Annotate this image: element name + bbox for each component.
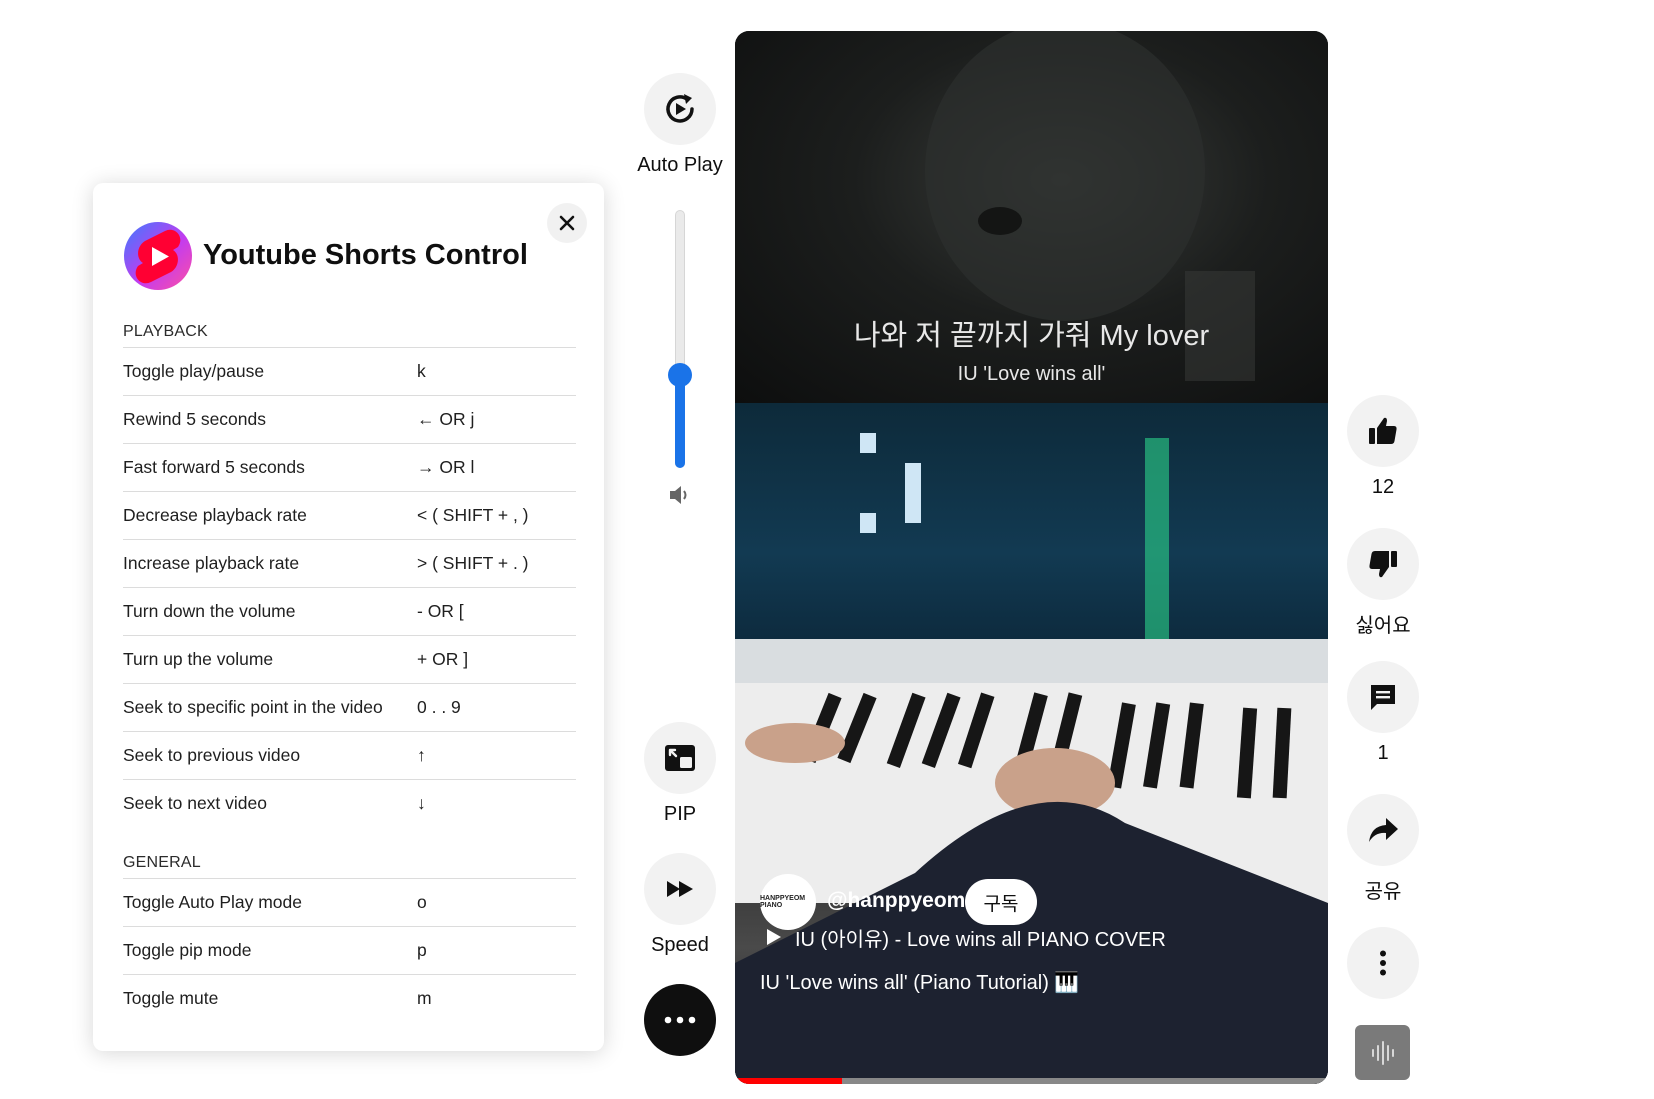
shortcut-key: k xyxy=(417,361,426,381)
comment-icon xyxy=(1371,685,1395,710)
shortcut-description: Increase playback rate xyxy=(123,553,300,573)
autoplay-label: Auto Play xyxy=(637,154,723,176)
like-button[interactable] xyxy=(1347,395,1419,467)
shortcut-row: Toggle Auto Play mode o xyxy=(123,878,576,926)
shortcut-description: Seek to next video xyxy=(123,793,267,813)
thumbs-up-icon xyxy=(1369,417,1397,444)
volume-icon[interactable] xyxy=(668,484,694,506)
more-controls-button[interactable] xyxy=(644,984,716,1056)
lyric-subtitle: IU 'Love wins all' xyxy=(957,363,1106,385)
shortcut-description: Rewind 5 seconds xyxy=(123,409,266,429)
shortcut-key: 0 . . 9 xyxy=(417,697,461,717)
like-count: 12 xyxy=(1371,476,1395,498)
shortcut-row: Toggle play/pause k xyxy=(123,347,576,395)
shortcut-row: Rewind 5 seconds ← OR j xyxy=(123,395,576,443)
youtube-shorts-logo-icon xyxy=(124,222,192,290)
more-vertical-icon xyxy=(1380,950,1386,976)
shortcut-description: Toggle play/pause xyxy=(123,361,265,381)
close-button[interactable] xyxy=(547,203,587,243)
shortcut-key: ↓ xyxy=(417,793,426,813)
shortcut-row: Seek to next video ↓ xyxy=(123,779,576,827)
close-icon xyxy=(559,215,575,231)
shortcut-description: Toggle pip mode xyxy=(123,940,252,960)
shortcut-description: Decrease playback rate xyxy=(123,505,307,525)
section-title-general: GENERAL xyxy=(123,854,201,871)
avatar-text: HANPPYEOM PIANO xyxy=(760,895,806,909)
shortcut-description: Fast forward 5 seconds xyxy=(123,457,305,477)
speed-label: Speed xyxy=(651,934,709,956)
shortcut-key: → OR l xyxy=(417,457,475,477)
shortcut-row: Toggle pip mode p xyxy=(123,926,576,974)
fast-forward-icon xyxy=(667,881,693,897)
shortcut-key: ↑ xyxy=(417,745,426,765)
shortcut-key: o xyxy=(417,892,427,912)
comment-count: 1 xyxy=(1377,742,1389,764)
pip-button[interactable] xyxy=(644,722,716,794)
shortcut-key: > ( SHIFT + . ) xyxy=(417,553,529,573)
playback-shortcut-list: Toggle play/pause k Rewind 5 seconds ← OR … xyxy=(123,347,576,827)
shortcut-description: Turn up the volume xyxy=(123,649,274,669)
channel-avatar[interactable]: HANPPYEOM PIANO xyxy=(760,874,816,930)
shortcut-row: Seek to specific point in the video 0 . .… xyxy=(123,683,576,731)
channel-handle[interactable]: @hanppyeom xyxy=(827,889,965,913)
autoplay-icon xyxy=(666,94,694,123)
more-horizontal-icon xyxy=(664,1016,696,1024)
shortcut-row: Seek to previous video ↑ xyxy=(123,731,576,779)
shortcut-description: Seek to specific point in the video xyxy=(123,697,383,717)
shortcut-key: < ( SHIFT + , ) xyxy=(417,505,529,525)
shortcut-description: Turn down the volume xyxy=(123,601,296,621)
pip-icon xyxy=(665,745,695,771)
shortcut-row: Toggle mute m xyxy=(123,974,576,1022)
volume-slider-thumb[interactable] xyxy=(668,363,692,388)
speed-button[interactable] xyxy=(644,853,716,925)
shortcut-description: Toggle mute xyxy=(123,988,219,1008)
sound-thumbnail[interactable] xyxy=(1355,1025,1410,1080)
shortcut-description: Seek to previous video xyxy=(123,745,301,765)
shortcut-key: - OR [ xyxy=(417,601,464,621)
shortcut-key: m xyxy=(417,988,432,1008)
section-title-playback: PLAYBACK xyxy=(123,323,208,340)
shortcut-row: Turn up the volume + OR ] xyxy=(123,635,576,683)
shortcut-row: Increase playback rate > ( SHIFT + . ) xyxy=(123,539,576,587)
shortcut-key: + OR ] xyxy=(417,649,469,669)
share-icon xyxy=(1369,818,1398,842)
autoplay-button[interactable] xyxy=(644,73,716,145)
lyric-line: 나와 저 끝까지 가줘 My lover xyxy=(853,320,1210,352)
general-shortcut-list: Toggle Auto Play mode o Toggle pip mode p … xyxy=(123,878,576,1022)
shortcut-description: Toggle Auto Play mode xyxy=(123,892,303,912)
playlist-play-icon xyxy=(767,929,781,945)
shortcut-row: Turn down the volume - OR [ xyxy=(123,587,576,635)
shortcut-row: Fast forward 5 seconds → OR l xyxy=(123,443,576,491)
audio-wave-icon xyxy=(1371,1040,1394,1065)
progress-bar-fill xyxy=(735,1078,842,1084)
shortcut-key: p xyxy=(417,940,427,960)
subscribe-button[interactable]: 구독 xyxy=(965,879,1037,925)
playlist-title[interactable]: IU (아이유) - Love wins all PIANO COVER xyxy=(795,923,1166,952)
shortcut-key: ← OR j xyxy=(417,409,475,429)
shortcut-panel: Youtube Shorts Control PLAYBACK Toggle p… xyxy=(93,183,604,1051)
thumbs-down-icon xyxy=(1369,551,1397,578)
dislike-label: 싫어요 xyxy=(1355,615,1411,637)
volume-level-fill xyxy=(675,375,685,468)
shortcut-row: Decrease playback rate < ( SHIFT + , ) xyxy=(123,491,576,539)
share-label: 공유 xyxy=(1364,881,1402,903)
panel-title: Youtube Shorts Control xyxy=(203,239,528,271)
share-button[interactable] xyxy=(1347,794,1419,866)
dislike-button[interactable] xyxy=(1347,528,1419,600)
more-actions-button[interactable] xyxy=(1347,927,1419,999)
pip-label: PIP xyxy=(663,803,697,825)
video-player[interactable]: 나와 저 끝까지 가줘 My lover IU 'Love wins all' xyxy=(735,31,1328,1084)
comments-button[interactable] xyxy=(1347,661,1419,733)
video-title: IU 'Love wins all' (Piano Tutorial) 🎹 xyxy=(760,972,1080,994)
